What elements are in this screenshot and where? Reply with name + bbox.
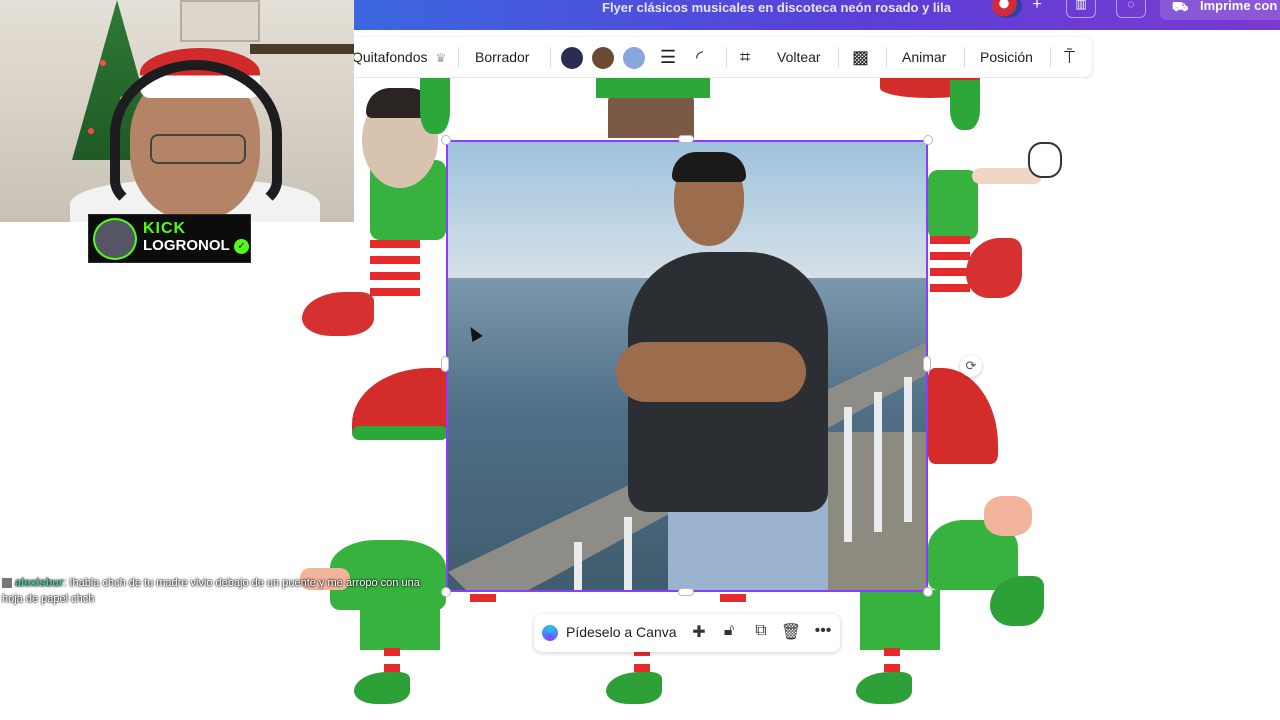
- elf-hat: [596, 78, 710, 98]
- resize-handle[interactable]: [923, 135, 933, 145]
- selected-photo[interactable]: [446, 140, 928, 592]
- webcam-overlay: [0, 0, 354, 222]
- wall-shelf: [250, 44, 354, 54]
- elf-legs: [720, 594, 746, 610]
- divider: [838, 47, 839, 67]
- elf-legs: [470, 594, 496, 610]
- print-button[interactable]: ⛟ Imprime con: [1160, 0, 1280, 20]
- tree-light: [88, 128, 94, 134]
- chat-message: alexisbur: Ihabla chch de tu madre vivio…: [2, 575, 422, 607]
- plus-icon[interactable]: +: [1026, 0, 1048, 18]
- channel-avatar: [93, 218, 137, 260]
- elf-glove: [1028, 142, 1062, 178]
- elf-legs: [370, 240, 420, 300]
- bg-remover-button[interactable]: Quitafondos ♛: [352, 37, 446, 77]
- design-title[interactable]: Flyer clásicos musicales en discoteca ne…: [602, 0, 951, 15]
- print-label: Imprime con: [1200, 0, 1278, 13]
- divider: [726, 47, 727, 67]
- verified-icon: ✓: [234, 239, 249, 254]
- color-swatch-blue[interactable]: [623, 47, 645, 69]
- add-comment-icon[interactable]: ✚: [688, 622, 710, 644]
- photo-person-hair: [672, 152, 746, 182]
- chat-username: alexisbur: [15, 577, 64, 589]
- crop-icon[interactable]: ⌗: [740, 37, 750, 77]
- tree-light: [100, 60, 106, 66]
- rotate-icon[interactable]: ⟳: [960, 355, 982, 377]
- photo-person-arms: [616, 342, 806, 402]
- elf-legs: [384, 648, 400, 674]
- flip-button[interactable]: Voltear: [777, 37, 821, 77]
- resize-handle[interactable]: [441, 356, 449, 372]
- elf-legs: [884, 648, 900, 674]
- stats-icon[interactable]: ▥: [1066, 0, 1096, 18]
- image-toolbar: Quitafondos ♛ Borrador ☰ ◜ ⌗ Voltear ▩ A…: [330, 37, 1092, 77]
- divider: [458, 47, 459, 67]
- eraser-button[interactable]: Borrador: [475, 37, 529, 77]
- resize-handle[interactable]: [441, 135, 451, 145]
- crown-icon: ♛: [435, 51, 447, 65]
- elf-pants: [360, 600, 440, 650]
- element-action-bar: Pídeselo a Canva ✚ 🔓︎ ⧉ 🗑︎ •••: [534, 614, 840, 652]
- trash-icon[interactable]: 🗑︎: [780, 622, 802, 644]
- resize-handle[interactable]: [678, 588, 694, 596]
- resize-handle[interactable]: [441, 587, 451, 597]
- border-style-icon[interactable]: ☰: [660, 37, 676, 77]
- corner-rounding-icon[interactable]: ◜: [696, 37, 703, 77]
- elf-hand: [984, 496, 1032, 536]
- duplicate-icon[interactable]: ⧉: [750, 622, 772, 644]
- user-avatar[interactable]: [992, 0, 1022, 18]
- elf-legs: [930, 236, 970, 296]
- elf-body: [928, 170, 978, 240]
- kick-logo: KICK: [143, 220, 187, 237]
- position-button[interactable]: Posición: [980, 37, 1033, 77]
- truck-icon: ⛟: [1172, 0, 1189, 14]
- kick-channel-badge: KICK LOGRONOL ✓: [88, 214, 251, 263]
- divider: [550, 47, 551, 67]
- elf-hat-brim: [352, 426, 448, 440]
- bg-remover-label: Quitafondos: [352, 49, 428, 65]
- chat-badge-icon: [2, 578, 12, 589]
- color-swatch-brown[interactable]: [592, 47, 614, 69]
- resize-handle[interactable]: [923, 587, 933, 597]
- lock-icon[interactable]: 🔓︎: [718, 622, 740, 644]
- elf-hat: [420, 78, 450, 134]
- editor-header: Flyer clásicos musicales en discoteca ne…: [354, 0, 1280, 30]
- resize-handle[interactable]: [678, 135, 694, 143]
- wall-frames: [180, 0, 260, 42]
- ask-canva-button[interactable]: Pídeselo a Canva: [566, 624, 677, 640]
- color-swatch-navy[interactable]: [561, 47, 583, 69]
- streamer-glasses: [150, 134, 246, 164]
- canva-ai-icon[interactable]: [542, 625, 558, 641]
- comment-icon[interactable]: ◌: [1116, 0, 1146, 18]
- channel-name: LOGRONOL: [143, 237, 230, 254]
- transparency-icon[interactable]: ▩: [852, 37, 869, 77]
- elf-hat: [950, 80, 980, 130]
- divider: [1050, 47, 1051, 67]
- elf-pants: [860, 590, 940, 650]
- chat-text: : Ihabla chch de tu madre vivio debajo d…: [2, 577, 420, 605]
- resize-handle[interactable]: [923, 356, 931, 372]
- paint-roller-icon[interactable]: ⍑: [1064, 37, 1075, 77]
- divider: [964, 47, 965, 67]
- animate-button[interactable]: Animar: [902, 37, 946, 77]
- divider: [886, 47, 887, 67]
- more-options-icon[interactable]: •••: [812, 622, 834, 644]
